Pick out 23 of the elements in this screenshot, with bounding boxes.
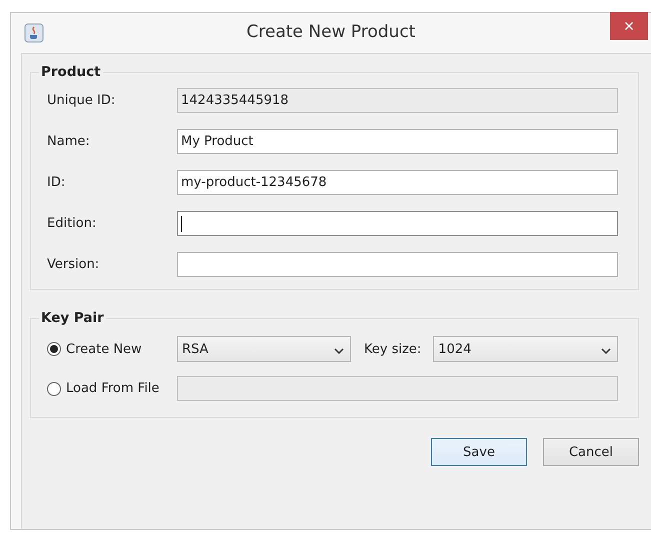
group-title: Product bbox=[40, 64, 102, 80]
radio-button[interactable]: Load From File bbox=[47, 381, 177, 396]
field-label: Unique ID: bbox=[47, 93, 116, 108]
coffee-cup-icon bbox=[24, 23, 44, 43]
dropdown[interactable]: RSA bbox=[177, 336, 351, 362]
group-title: Key Pair bbox=[40, 310, 105, 326]
close-button[interactable]: × bbox=[610, 12, 648, 40]
dialog-button[interactable]: Cancel bbox=[543, 438, 639, 466]
input-field[interactable] bbox=[177, 211, 618, 236]
dropdown[interactable]: 1024 bbox=[433, 336, 618, 362]
field-label: Name: bbox=[47, 134, 91, 149]
chevron-down-icon bbox=[601, 348, 611, 354]
chevron-down-icon bbox=[334, 348, 344, 354]
input-field[interactable] bbox=[177, 252, 618, 277]
window-title: Create New Product bbox=[246, 22, 416, 42]
radio-button[interactable]: Create New bbox=[47, 342, 177, 356]
input-field[interactable]: my-product-12345678 bbox=[177, 170, 618, 195]
field-label: ID: bbox=[47, 175, 66, 190]
input-field[interactable]: My Product bbox=[177, 129, 618, 154]
field-label: Key size: bbox=[364, 342, 422, 356]
field-label: Version: bbox=[47, 257, 100, 272]
field-label: Edition: bbox=[47, 216, 98, 231]
dialog-button[interactable]: Save bbox=[431, 438, 527, 466]
